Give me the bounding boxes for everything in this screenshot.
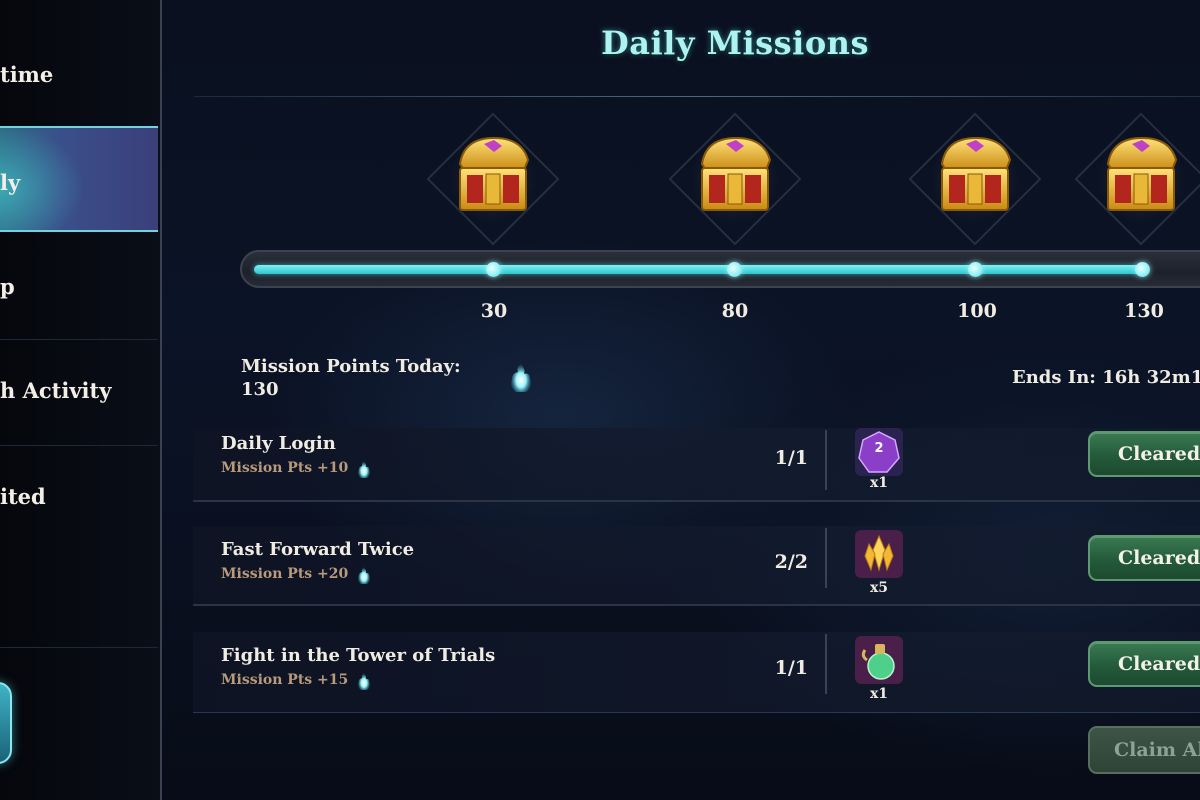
purple-ticket-icon[interactable]: 2: [855, 428, 903, 476]
sidebar-item-time[interactable]: time: [0, 22, 158, 128]
spirit-orb-icon: [358, 673, 370, 690]
svg-text:2: 2: [874, 441, 883, 456]
mission-points: Mission Pts +10: [221, 460, 349, 476]
page-title: Daily Missions: [601, 24, 869, 62]
cleared-button[interactable]: Cleared: [1088, 535, 1200, 581]
mission-points-value: 130: [241, 379, 279, 400]
mission-progress-count: 1/1: [774, 447, 808, 469]
claim-all-button[interactable]: Claim All: [1088, 726, 1200, 774]
reward-quantity: x1: [869, 686, 889, 702]
sidebar-item-p[interactable]: p: [0, 234, 158, 340]
sidebar-item-limited[interactable]: ited: [0, 446, 158, 648]
cleared-button[interactable]: Cleared: [1088, 431, 1200, 477]
spirit-orb-icon: [358, 461, 370, 478]
mission-points: Mission Pts +20: [221, 566, 349, 582]
mission-name: Fight in the Tower of Trials: [221, 645, 496, 666]
mission-row: Fast Forward Twice Mission Pts +20 2/2 x…: [193, 526, 1200, 606]
milestone-label: 30: [480, 300, 508, 322]
progress-marker: [1135, 262, 1150, 277]
progress-marker: [727, 262, 742, 277]
sidebar-item-daily[interactable]: ly: [0, 126, 158, 232]
reward-quantity: x1: [869, 475, 889, 491]
progress-marker: [968, 262, 983, 277]
sidebar: time ly p h Activity ited: [0, 0, 162, 800]
milestone-label: 130: [1124, 300, 1164, 322]
sidebar-item-label: p: [0, 274, 15, 299]
gold-crystal-icon[interactable]: [855, 530, 903, 578]
progress-fill: [254, 265, 1144, 274]
progress-marker: [486, 262, 501, 277]
sidebar-item-label: ly: [0, 170, 21, 195]
sidebar-item-activity[interactable]: h Activity: [0, 340, 158, 446]
milestone-label: 100: [957, 300, 997, 322]
row-divider: [825, 528, 827, 588]
list-bottom-divider: [193, 712, 1200, 713]
spirit-orb-icon: [358, 567, 370, 584]
sidebar-item-label: h Activity: [0, 378, 112, 403]
spirit-orb-icon: [511, 364, 531, 392]
treasure-chest-icon[interactable]: [426, 112, 560, 246]
cleared-button[interactable]: Cleared: [1088, 641, 1200, 687]
mission-points-label: Mission Points Today:: [241, 356, 461, 377]
treasure-chest-icon[interactable]: [668, 112, 802, 246]
treasure-chest-icon[interactable]: [908, 112, 1042, 246]
milestone-label: 80: [721, 300, 749, 322]
title-divider: [194, 96, 1200, 97]
sidebar-item-label: time: [0, 62, 54, 87]
mission-name: Daily Login: [221, 433, 336, 454]
mission-row: Daily Login Mission Pts +10 1/1 2 x1 Cle…: [193, 428, 1200, 502]
mission-name: Fast Forward Twice: [221, 539, 415, 560]
mission-points-today: Mission Points Today: 130: [241, 355, 481, 401]
green-potion-icon[interactable]: [855, 636, 903, 684]
treasure-chest-icon[interactable]: [1074, 112, 1200, 246]
mission-progress-bar: [240, 250, 1200, 288]
row-divider: [825, 430, 827, 490]
mission-progress-count: 2/2: [774, 551, 808, 573]
daily-missions-screen: time ly p h Activity ited Daily Missions: [0, 0, 1200, 800]
row-divider: [825, 634, 827, 694]
mission-progress-count: 1/1: [774, 657, 808, 679]
sidebar-item-label: ited: [0, 484, 46, 509]
reward-quantity: x5: [869, 580, 889, 596]
sidebar-toggle-button[interactable]: [0, 682, 12, 764]
ends-in-timer: Ends In: 16h 32m1: [1012, 367, 1200, 388]
mission-points: Mission Pts +15: [221, 672, 349, 688]
mission-row: Fight in the Tower of Trials Mission Pts…: [193, 632, 1200, 712]
